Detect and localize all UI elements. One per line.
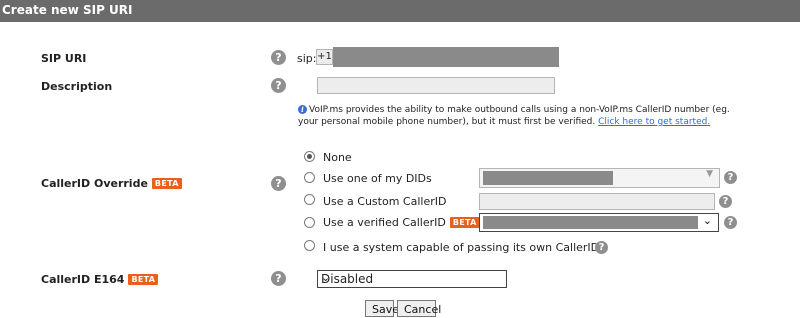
callerid-e164-select[interactable]: Disabled ⌄ [317, 270, 507, 288]
radio-my-dids[interactable] [304, 172, 315, 183]
beta-badge: BETA [128, 274, 159, 285]
system-callerid-help-icon[interactable]: ? [595, 241, 608, 254]
did-select-value [483, 171, 613, 185]
radio-verified-callerid-label: Use a verified CallerID BETA [323, 216, 480, 229]
description-help-icon[interactable]: ? [271, 78, 286, 93]
beta-badge: BETA [449, 217, 480, 228]
radio-verified-callerid[interactable] [304, 217, 315, 228]
callerid-e164-text: CallerID E164 [41, 273, 125, 286]
sip-prefix: sip: [297, 52, 317, 65]
radio-none-label: None [323, 151, 352, 164]
radio-system-callerid[interactable] [304, 240, 315, 251]
sip-uri-value [333, 47, 559, 67]
info-icon: i [298, 105, 307, 114]
callerid-override-text: CallerID Override [41, 177, 148, 190]
radio-custom-callerid-label: Use a Custom CallerID [323, 195, 447, 208]
callerid-e164-help-icon[interactable]: ? [271, 271, 286, 286]
did-select[interactable]: ▼ [479, 168, 720, 188]
title-bar: Create new SIP URI [0, 0, 800, 22]
custom-callerid-help-icon[interactable]: ? [719, 195, 732, 208]
callerid-override-help-icon[interactable]: ? [271, 176, 286, 191]
custom-callerid-input[interactable] [479, 193, 715, 210]
get-started-link[interactable]: Click here to get started. [598, 117, 710, 127]
chevron-down-icon: ⌄ [321, 271, 331, 284]
beta-badge: BETA [151, 178, 182, 189]
save-button[interactable]: Save [365, 300, 399, 317]
verified-callerid-help-icon[interactable]: ? [724, 216, 737, 229]
chevron-down-icon: ⌄ [702, 214, 712, 227]
radio-system-callerid-label: I use a system capable of passing its ow… [323, 241, 600, 254]
sip-uri-help-icon[interactable]: ? [271, 50, 286, 65]
cancel-button[interactable]: Cancel [397, 300, 441, 317]
radio-custom-callerid[interactable] [304, 194, 315, 205]
sip-uri-label: SIP URI [41, 52, 87, 65]
callerid-e164-label: CallerID E164 BETA [41, 273, 159, 286]
verified-callerid-text: Use a verified CallerID [323, 216, 446, 229]
description-label: Description [41, 80, 113, 93]
verified-callerid-value [483, 216, 698, 229]
did-help-icon[interactable]: ? [724, 171, 737, 184]
radio-none[interactable] [304, 151, 315, 162]
callerid-override-label: CallerID Override BETA [41, 177, 182, 190]
verification-info: i VoIP.ms provides the ability to make ou… [298, 104, 738, 128]
sip-country-code: +1 [316, 49, 333, 65]
chevron-down-icon: ▼ [706, 169, 713, 179]
sip-uri-input[interactable]: +1 [316, 47, 559, 67]
description-input[interactable] [317, 77, 555, 94]
page-title: Create new SIP URI [2, 3, 133, 17]
verified-callerid-select[interactable]: ⌄ [479, 213, 719, 232]
radio-my-dids-label: Use one of my DIDs [323, 172, 432, 185]
